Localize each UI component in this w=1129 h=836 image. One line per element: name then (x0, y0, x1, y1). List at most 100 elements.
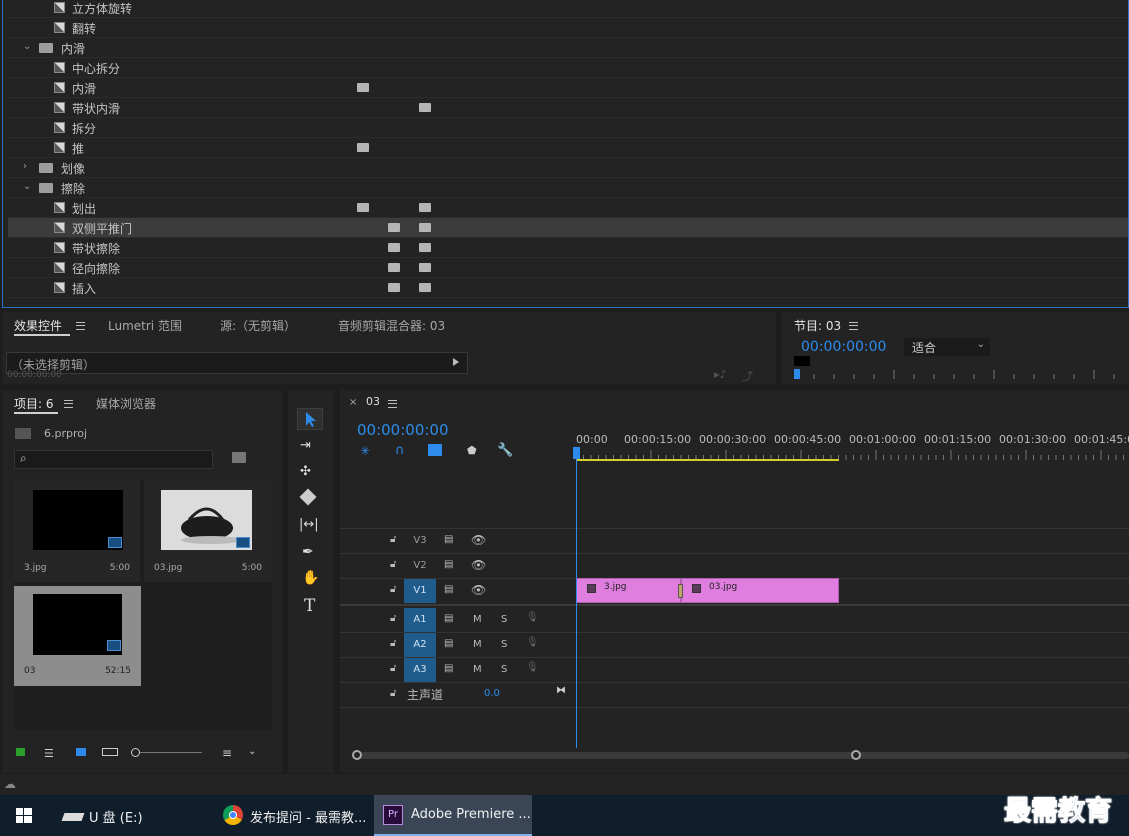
tab-audio-clip-mixer[interactable]: 音频剪辑混合器: 03 (338, 317, 445, 334)
taskbar-item-usb-drive[interactable]: U 盘 (E:) (56, 795, 214, 836)
timeline-clip[interactable]: 3.jpg (576, 578, 681, 603)
timeline-menu-icon[interactable] (388, 400, 397, 408)
hand-tool-icon[interactable]: ✋ (302, 570, 319, 586)
effect-item[interactable]: 径向擦除 (8, 258, 1128, 278)
solo-button[interactable]: S (501, 614, 507, 625)
zoom-slider-handle[interactable] (131, 748, 140, 757)
project-item[interactable]: 3.jpg 5:00 (14, 480, 140, 582)
panel-menu-icon[interactable] (76, 322, 85, 330)
slip-tool-icon[interactable]: |↔| (299, 517, 319, 532)
timeline-scrollbar[interactable] (352, 750, 1129, 760)
sync-lock-icon[interactable]: ▤ (444, 613, 453, 624)
snap-icon[interactable]: ∩ (395, 443, 405, 458)
track-select-tool-icon[interactable]: ⇥ (300, 438, 311, 453)
sync-lock-icon[interactable]: ▤ (444, 638, 453, 649)
play-arrow-icon[interactable] (453, 358, 459, 366)
solo-button[interactable]: S (501, 664, 507, 675)
sync-lock-icon[interactable]: ▤ (444, 559, 453, 570)
pen-tool-icon[interactable]: ✒ (302, 544, 314, 560)
track-target-toggle[interactable]: A2 (404, 633, 436, 657)
selection-tool-icon[interactable] (297, 408, 323, 430)
mute-button[interactable]: M (473, 664, 482, 675)
chevron-down-icon[interactable]: ⌄ (23, 181, 31, 192)
sort-icon[interactable]: ≡ (222, 746, 232, 760)
taskbar-item-premiere[interactable]: Pr Adobe Premiere ... (374, 795, 532, 836)
project-item-selected[interactable]: 03 52:15 (14, 586, 141, 686)
go-to-in-out-icon[interactable]: ⧓ (556, 685, 566, 696)
timeline-timecode[interactable]: 00:00:00:00 (357, 421, 449, 439)
track-target-toggle[interactable]: V3 (404, 529, 436, 553)
sync-lock-icon[interactable]: ▤ (444, 534, 453, 545)
transition-marker[interactable] (678, 584, 683, 598)
project-item[interactable]: 03.jpg 5:00 (144, 480, 272, 582)
microphone-icon[interactable]: 🎙︎ (526, 662, 539, 673)
timeline-clip[interactable]: 03.jpg (681, 578, 839, 603)
tab-media-browser[interactable]: 媒体浏览器 (96, 395, 156, 412)
tab-lumetri-scopes[interactable]: Lumetri 范围 (108, 317, 182, 334)
ripple-edit-tool-icon[interactable]: ✣ (300, 464, 311, 479)
creative-cloud-icon[interactable]: ☁ (4, 777, 16, 791)
sync-lock-icon[interactable]: ▤ (444, 584, 453, 595)
program-timecode[interactable]: 00:00:00:00 (801, 339, 886, 355)
timeline-ruler[interactable]: 00:00 00:00:15:00 00:00:30:00 00:00:45:00 00… (576, 430, 1129, 464)
tab-project[interactable]: 项目: 6 (14, 395, 54, 412)
marker-icon[interactable]: ⬟ (467, 444, 477, 457)
solo-button[interactable]: S (501, 639, 507, 650)
freeform-view-icon[interactable] (102, 748, 118, 756)
taskbar-item-chrome[interactable]: 发布提问 - 最需教... (216, 795, 372, 836)
project-menu-icon[interactable] (64, 400, 73, 408)
chevron-down-icon[interactable]: ⌄ (23, 41, 31, 52)
lock-icon[interactable]: 🔓︎ (390, 688, 396, 699)
lock-icon[interactable]: 🔓︎ (390, 559, 396, 570)
microphone-icon[interactable]: 🎙︎ (526, 637, 539, 648)
icon-view-icon[interactable] (76, 748, 86, 756)
type-tool-icon[interactable]: T (304, 596, 315, 616)
clip-selector[interactable]: （未选择剪辑） (6, 352, 468, 374)
lock-icon[interactable] (16, 748, 25, 756)
lock-icon[interactable]: 🔓︎ (390, 638, 396, 649)
lock-icon[interactable]: 🔓︎ (390, 663, 396, 674)
effect-folder[interactable]: ⌄ 内滑 (8, 38, 1128, 58)
track-target-toggle[interactable]: V1 (404, 579, 436, 603)
zoom-slider[interactable] (131, 748, 202, 757)
effect-item[interactable]: 中心拆分 (8, 58, 1128, 78)
program-title[interactable]: 节目: 03 (794, 317, 841, 334)
playhead-handle[interactable] (573, 447, 580, 459)
chevron-down-icon[interactable]: ⌄ (248, 746, 256, 757)
fit-dropdown[interactable]: 适合 ⌄ (904, 338, 990, 356)
razor-tool-icon[interactable] (299, 488, 317, 506)
track-target-toggle[interactable]: A3 (404, 658, 436, 682)
effect-item[interactable]: 立方体旋转 (8, 0, 1128, 18)
sequence-tab[interactable]: 03 (366, 395, 380, 408)
tab-effect-controls[interactable]: 效果控件 (14, 317, 62, 334)
effect-folder[interactable]: › 划像 (8, 158, 1128, 178)
effect-item[interactable]: 划出 (8, 198, 1128, 218)
lock-icon[interactable]: 🔓︎ (390, 584, 396, 595)
project-search-input[interactable]: ⌕ (14, 450, 213, 469)
list-view-icon[interactable]: ☰ (44, 747, 54, 760)
effect-item[interactable]: 翻转 (8, 18, 1128, 38)
scrollbar-left-handle[interactable] (352, 750, 362, 760)
lock-icon[interactable]: 🔓︎ (390, 613, 396, 624)
export-frame-icon[interactable]: ▸♪ (714, 368, 727, 381)
program-playhead-icon[interactable] (794, 369, 800, 379)
linked-selection-icon[interactable] (428, 444, 442, 456)
master-volume-value[interactable]: 0.0 (484, 688, 500, 699)
mute-button[interactable]: M (473, 614, 482, 625)
effect-item[interactable]: 拆分 (8, 118, 1128, 138)
track-target-toggle[interactable]: A1 (404, 608, 436, 632)
start-button[interactable] (0, 795, 48, 836)
effect-item[interactable]: 推 (8, 138, 1128, 158)
chevron-right-icon[interactable]: › (23, 161, 27, 172)
work-area-bar[interactable] (576, 459, 839, 461)
eye-icon[interactable]: 👁︎ (471, 533, 486, 547)
effect-item[interactable]: 带状擦除 (8, 238, 1128, 258)
scrollbar-right-handle[interactable] (851, 750, 861, 760)
effect-folder[interactable]: ⌄ 擦除 (8, 178, 1128, 198)
nest-icon[interactable]: ✳ (360, 444, 370, 458)
export-icon[interactable]: ⤴ (742, 368, 753, 384)
sync-lock-icon[interactable]: ▤ (444, 663, 453, 674)
mute-button[interactable]: M (473, 639, 482, 650)
microphone-icon[interactable]: 🎙︎ (526, 612, 539, 623)
playhead-line[interactable] (576, 458, 577, 748)
